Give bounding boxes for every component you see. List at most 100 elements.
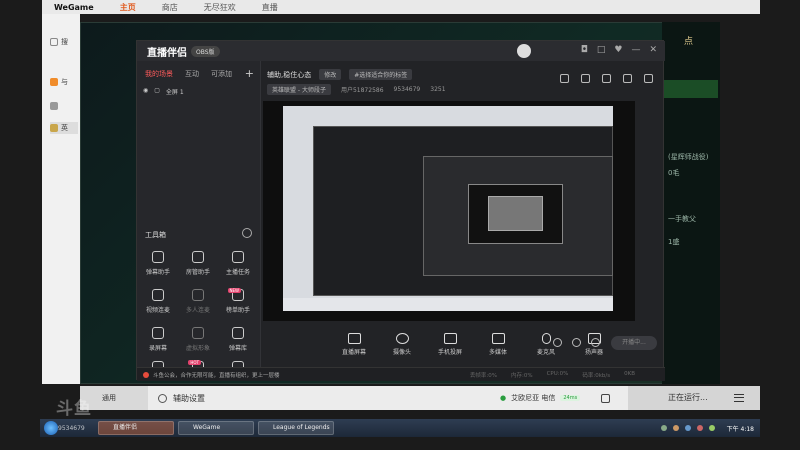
toolbox-settings-icon[interactable] (242, 228, 252, 238)
record-icon[interactable] (553, 338, 562, 347)
scene-label: 全屏 1 (165, 89, 184, 96)
tool-room-admin[interactable]: 房管助手 (181, 251, 215, 281)
lol-top-label: 点 (684, 37, 694, 47)
camera-icon (395, 333, 409, 344)
tray-icon[interactable] (708, 425, 715, 431)
taskbar-item-lol[interactable]: League of Legends (258, 421, 334, 435)
wegame-side-item[interactable] (50, 100, 78, 112)
wegame-top-bar: WeGame 主页 商店 无尽狂欢 直播 (42, 0, 760, 14)
monitor-icon[interactable] (601, 394, 610, 403)
start-live-button[interactable]: 开播中... (611, 336, 657, 350)
user-icon (192, 251, 204, 263)
close-button[interactable]: ✕ (649, 45, 657, 55)
tool-virtual-avatar[interactable]: 虚拟形象 (181, 327, 215, 357)
skin-icon[interactable]: ◘ (581, 45, 588, 55)
download-icon (192, 327, 204, 339)
alert-icon (143, 371, 149, 378)
favorite-icon[interactable]: ♥ (614, 45, 622, 55)
version-badge[interactable]: OBS版 (191, 45, 220, 57)
app-icon (50, 78, 58, 86)
settings-icon[interactable]: □ (597, 45, 606, 55)
lol-icon (50, 124, 58, 132)
tool-danmu-library[interactable]: 弹幕库 (221, 327, 255, 357)
wegame-side-item-lol[interactable]: 英 (50, 122, 78, 134)
wegame-logo: WeGame (54, 2, 94, 12)
avatar[interactable] (517, 44, 531, 58)
user-id: 用户51872586 (340, 87, 384, 94)
topic-tag-selector[interactable]: #选择适合你的标签 (349, 69, 413, 80)
ranking-icon: NEW (227, 288, 244, 301)
record-icon (152, 327, 164, 339)
room-info-row: 辅助,稳住心态 修改 #选择适合你的标签 (267, 69, 413, 80)
stream-companion-window: 直播伴侣 OBS版 ◘ □ ♥ — ✕ 我的场景 互动 可添加 + ◉ ▢ 全屏… (136, 40, 665, 381)
stream-stats: 丢帧率:0% 内存:0% CPU:0% 码率:0kb/s 0KB (469, 370, 635, 379)
wegame-tab-store[interactable]: 商店 (162, 2, 178, 13)
wegame-search-item[interactable]: 搜 (50, 36, 78, 48)
tray-icon[interactable] (660, 425, 667, 431)
tool-danmu-assistant[interactable]: 弹幕助手 (141, 251, 175, 281)
task-icon (232, 251, 244, 263)
tab-addable[interactable]: 可添加 (211, 69, 232, 79)
stream-sidebar: 我的场景 互动 可添加 + ◉ ▢ 全屏 1 工具箱 弹幕助手 房管助手 主播任… (137, 61, 261, 381)
screen-capture-button[interactable]: 直播屏幕 (337, 333, 371, 356)
share-icon[interactable] (644, 74, 653, 83)
wegame-tab-event[interactable]: 无尽狂欢 (204, 2, 236, 13)
room-id: 9534679 (393, 86, 421, 93)
ping-badge: 24ms (560, 395, 581, 401)
helper-settings[interactable]: 辅助设置 (158, 393, 205, 404)
lock-icon[interactable] (581, 74, 590, 83)
media-button[interactable]: 多媒体 (481, 333, 515, 356)
start-button[interactable] (44, 421, 58, 435)
eye-icon[interactable]: ◉ (143, 87, 148, 96)
taskbar-item-stream[interactable]: 直播伴侣 (98, 421, 174, 435)
tool-host-tasks[interactable]: 主播任务 (221, 251, 255, 281)
chat-icon (152, 251, 164, 263)
status-message[interactable]: 斗鱼公会，合作无限可能，直播有组织，更上一层楼 (153, 371, 280, 379)
wegame-side-item[interactable]: 与 (50, 76, 78, 88)
edit-title-button[interactable]: 修改 (319, 69, 342, 80)
tray-icon[interactable] (684, 425, 691, 431)
taskbar-item-wegame[interactable]: WeGame (178, 421, 254, 435)
wegame-tab-live[interactable]: 直播 (262, 2, 278, 13)
stream-app-logo: 直播伴侣 (147, 47, 187, 59)
tool-ranking[interactable]: NEW 榜单助手 (221, 288, 255, 319)
category-selector[interactable]: 英雄联盟 - 大师段子 (267, 84, 331, 95)
room-meta-row: 英雄联盟 - 大师段子 用户51872586 9534679 3251 (267, 84, 446, 95)
clock[interactable]: 下午 4:18 (727, 424, 754, 433)
info-icon[interactable] (572, 338, 581, 347)
gear-icon[interactable] (591, 338, 600, 347)
toolbox-title: 工具箱 (145, 231, 166, 239)
watermark-room-id: 9534679 (58, 425, 85, 432)
server-status[interactable]: ● 艾欧尼亚 电信 24ms (500, 393, 581, 403)
tool-record-screen[interactable]: 录屏幕 (141, 327, 175, 357)
wegame-tab-home[interactable]: 主页 (120, 2, 136, 13)
scene-item[interactable]: ◉ ▢ 全屏 1 (143, 87, 184, 96)
camera-button[interactable]: 摄像头 (385, 333, 419, 356)
gift-icon[interactable] (560, 74, 569, 83)
calendar-icon (232, 327, 244, 339)
lock-icon[interactable]: ▢ (154, 87, 160, 96)
minimize-button[interactable]: — (631, 45, 640, 55)
preview-taskbar (283, 298, 613, 311)
download-icon (192, 289, 204, 301)
monitor-icon (347, 333, 361, 344)
phone-cast-button[interactable]: 手机投屏 (433, 333, 467, 356)
stream-preview[interactable] (263, 101, 635, 321)
phone-icon (443, 333, 457, 344)
tab-my-scenes[interactable]: 我的场景 (145, 69, 173, 79)
room-title[interactable]: 辅助,稳住心态 (267, 70, 311, 80)
layout-icon[interactable] (602, 74, 611, 83)
stream-titlebar: 直播伴侣 OBS版 ◘ □ ♥ — ✕ (137, 41, 665, 61)
add-scene-button[interactable]: + (245, 67, 254, 80)
bell-icon[interactable] (623, 74, 632, 83)
system-tray: 下午 4:18 (660, 424, 754, 433)
menu-icon[interactable] (734, 394, 744, 402)
tray-icon[interactable] (696, 425, 703, 431)
tray-icon[interactable] (672, 425, 679, 431)
extra-controls (553, 338, 600, 347)
running-status: 正在运行... (628, 386, 760, 410)
tool-video-link[interactable]: 视频连麦 (141, 289, 175, 319)
tool-multi-link[interactable]: 多人连麦 (181, 289, 215, 319)
tab-interact[interactable]: 互动 (185, 69, 199, 79)
fans-count: 3251 (430, 86, 446, 93)
